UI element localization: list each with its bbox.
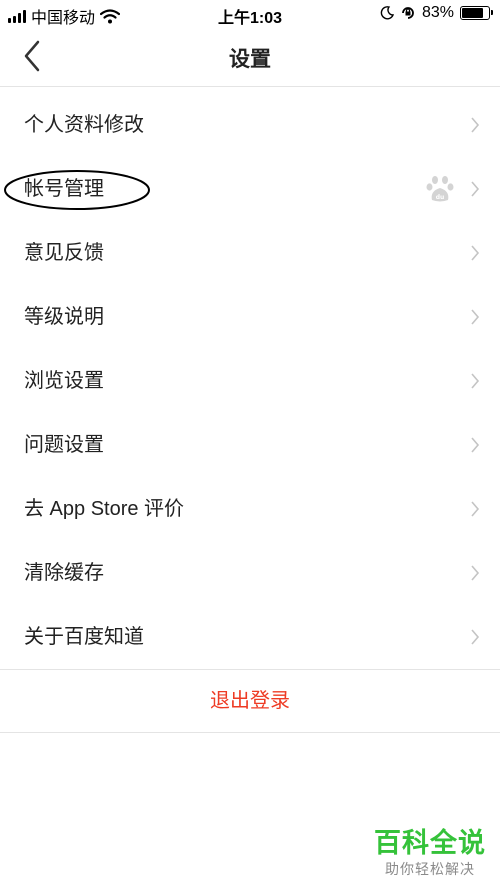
chevron-right-icon [471, 437, 480, 453]
battery-icon [460, 6, 493, 20]
settings-item-label: 关于百度知道 [24, 626, 144, 648]
settings-item-label: 帐号管理 [24, 178, 104, 200]
settings-item-label: 意见反馈 [24, 242, 104, 264]
battery-fill [462, 8, 483, 18]
settings-item-browse[interactable]: 浏览设置 [0, 349, 500, 413]
logout-button[interactable]: 退出登录 [0, 670, 500, 732]
watermark-title: 百科全说 [374, 828, 486, 858]
settings-item-level[interactable]: 等级说明 [0, 285, 500, 349]
chevron-right-icon [471, 565, 480, 581]
orientation-lock-icon [402, 7, 414, 19]
chevron-right-icon [471, 245, 480, 261]
baidu-paw-icon: du [426, 176, 454, 202]
svg-text:du: du [436, 194, 445, 201]
status-right: 83% [380, 4, 493, 22]
battery-percent: 83% [421, 4, 454, 21]
settings-item-account[interactable]: 帐号管理 du [0, 157, 500, 221]
settings-item-label: 等级说明 [24, 306, 104, 328]
settings-item-feedback[interactable]: 意见反馈 [0, 221, 500, 285]
settings-item-label: 问题设置 [24, 434, 104, 456]
nav-bar: 设置 [0, 28, 500, 87]
settings-item-label: 去 App Store 评价 [24, 498, 185, 520]
chevron-right-icon [471, 501, 480, 517]
watermark: 百科全说 助你轻松解决 [374, 826, 486, 878]
settings-item-label: 清除缓存 [24, 562, 104, 584]
chevron-right-icon [471, 117, 480, 133]
page-title: 设置 [229, 48, 271, 71]
settings-item-cache[interactable]: 清除缓存 [0, 541, 500, 605]
settings-item-label: 个人资料修改 [24, 114, 144, 136]
status-bar: 中国移动 上午1:03 83% [0, 0, 500, 28]
settings-item-profile[interactable]: 个人资料修改 [0, 93, 500, 157]
settings-item-rate[interactable]: 去 App Store 评价 [0, 477, 500, 541]
moon-icon [380, 6, 394, 20]
chevron-right-icon [471, 181, 480, 197]
chevron-right-icon [471, 629, 480, 645]
settings-item-about[interactable]: 关于百度知道 [0, 605, 500, 669]
settings-item-label: 浏览设置 [24, 370, 104, 392]
chevron-right-icon [471, 373, 480, 389]
divider [0, 732, 500, 733]
watermark-subtitle: 助你轻松解决 [385, 861, 475, 877]
settings-item-question[interactable]: 问题设置 [0, 413, 500, 477]
settings-list: 个人资料修改 帐号管理 du 意见反馈 等级说明 浏览设置 问题设置 去 App… [0, 93, 500, 669]
chevron-right-icon [471, 309, 480, 325]
